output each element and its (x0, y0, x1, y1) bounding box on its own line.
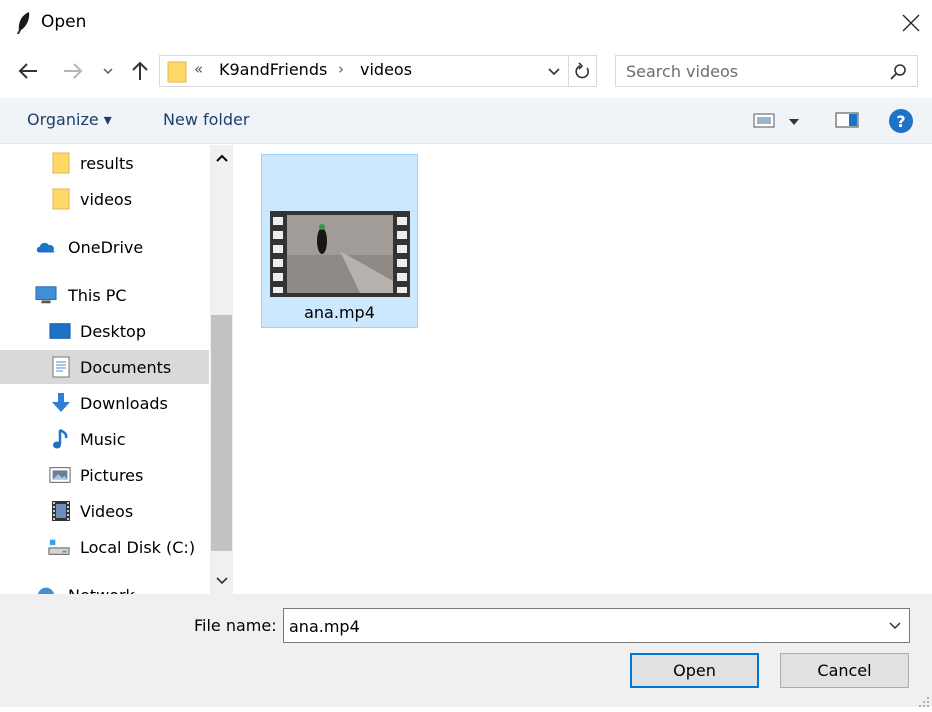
downloads-icon (50, 392, 72, 414)
documents-icon (50, 356, 72, 378)
chevron-up-icon (215, 154, 228, 162)
sidebar-item-label: Desktop (80, 321, 146, 341)
back-button[interactable] (14, 57, 42, 85)
folder-icon (50, 188, 72, 210)
up-arrow-icon (132, 61, 148, 80)
change-view-button[interactable] (752, 110, 778, 132)
sidebar-item-label: Local Disk (C:) (80, 537, 196, 557)
open-button[interactable]: Open (630, 653, 759, 688)
network-icon (35, 584, 57, 594)
scroll-up-button[interactable] (210, 145, 233, 171)
refresh-button[interactable] (568, 56, 597, 86)
breadcrumb-separator[interactable]: › (338, 60, 344, 78)
file-name-dropdown[interactable] (885, 615, 905, 637)
sidebar-item-downloads[interactable]: Downloads (0, 386, 209, 420)
cancel-button[interactable]: Cancel (780, 653, 909, 688)
sidebar-item-results[interactable]: results (0, 146, 209, 180)
videos-icon (50, 500, 72, 522)
resize-grip-icon[interactable] (918, 693, 930, 707)
help-button[interactable]: ? (888, 108, 914, 134)
preview-pane-icon (835, 112, 859, 128)
breadcrumb-k9andfriends[interactable]: K9andFriends (219, 60, 327, 79)
command-toolbar: Organize ▾ New folder ? (0, 98, 932, 144)
window-title: Open (41, 12, 87, 32)
sidebar-scroll-thumb[interactable] (211, 315, 232, 551)
video-thumbnail (270, 211, 410, 297)
recent-locations-button[interactable] (96, 57, 120, 85)
desktop-icon (49, 320, 71, 342)
title-bar: Open (0, 0, 932, 46)
sidebar-item-pictures[interactable]: Pictures (0, 458, 209, 492)
sidebar-item-label: OneDrive (68, 237, 144, 257)
search-input[interactable] (626, 59, 876, 83)
sidebar-item-onedrive[interactable]: OneDrive (0, 230, 209, 264)
sidebar-item-videos[interactable]: Videos (0, 494, 209, 528)
svg-text:?: ? (896, 112, 905, 131)
chevron-down-icon (889, 622, 901, 630)
back-arrow-icon (18, 63, 37, 79)
sidebar-item-label: Pictures (80, 465, 144, 485)
chevron-down-icon (215, 577, 228, 585)
file-item[interactable]: ana.mp4 (261, 154, 418, 328)
sidebar-item-local-disk[interactable]: Local Disk (C:) (0, 530, 209, 564)
computer-icon (35, 284, 57, 306)
file-name-input[interactable] (289, 615, 869, 637)
folder-icon (50, 152, 72, 174)
breadcrumb-videos[interactable]: videos (360, 60, 412, 79)
address-bar[interactable]: « K9andFriends › videos (159, 55, 597, 87)
new-folder-button[interactable]: New folder (163, 110, 249, 129)
forward-button[interactable] (59, 57, 87, 85)
onedrive-icon (35, 236, 57, 258)
sidebar-item-label: Documents (80, 357, 172, 377)
search-icon[interactable] (889, 62, 909, 82)
view-options-dropdown[interactable] (787, 112, 807, 132)
help-icon: ? (889, 109, 913, 133)
sidebar-item-label: videos (80, 189, 133, 209)
sidebar-item-label: Downloads (80, 393, 168, 413)
sidebar-item-label: results (80, 153, 134, 173)
sidebar-item-label: Network (68, 586, 135, 595)
forward-arrow-icon (64, 63, 83, 79)
file-name-label: File name: (194, 616, 277, 635)
refresh-icon (575, 62, 589, 79)
chevron-down-icon (548, 67, 560, 75)
organize-button[interactable]: Organize ▾ (27, 110, 112, 129)
sidebar-item-label: This PC (68, 285, 127, 305)
file-name-combobox[interactable] (283, 608, 910, 643)
up-button[interactable] (126, 57, 154, 85)
sidebar-item-desktop[interactable]: Desktop (0, 314, 209, 348)
sidebar-item-videos-folder[interactable]: videos (0, 182, 209, 216)
address-dropdown-button[interactable] (541, 56, 567, 86)
sidebar-item-network[interactable]: Network (0, 578, 209, 594)
preview-pane-button[interactable] (834, 110, 862, 132)
sidebar-item-documents[interactable]: Documents (0, 350, 209, 384)
sidebar-item-label: Videos (80, 501, 134, 521)
scroll-down-button[interactable] (210, 568, 233, 594)
drive-icon (48, 536, 70, 558)
folder-icon (167, 61, 187, 83)
close-icon (902, 14, 920, 32)
close-button[interactable] (894, 6, 928, 40)
search-box[interactable] (615, 55, 918, 87)
sidebar-item-label: Music (80, 429, 126, 449)
music-icon (50, 428, 72, 450)
feather-icon (14, 11, 34, 35)
sidebar-item-this-pc[interactable]: This PC (0, 278, 209, 312)
sidebar-item-music[interactable]: Music (0, 422, 209, 456)
file-name-label: ana.mp4 (304, 303, 375, 322)
navigation-pane: results videos OneDrive This PC Desktop … (0, 145, 233, 594)
caret-down-icon (789, 119, 799, 125)
dialog-footer: File name: Open Cancel (0, 594, 932, 707)
pictures-icon (49, 464, 71, 486)
view-icon (753, 113, 775, 128)
chevron-down-icon (103, 68, 113, 75)
overflow-chevron[interactable]: « (194, 60, 203, 78)
